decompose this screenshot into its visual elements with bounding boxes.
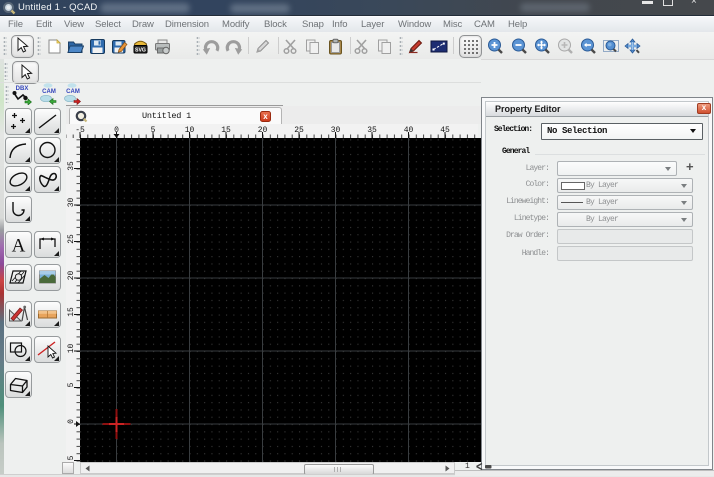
svg-text:35: 35: [67, 161, 76, 171]
svg-text:A: A: [12, 236, 26, 257]
svg-text:5: 5: [151, 126, 156, 135]
svg-text:CAM: CAM: [66, 89, 80, 95]
svg-text:0: 0: [67, 419, 76, 424]
svg-text:25: 25: [294, 126, 304, 135]
svg-text:-5: -5: [75, 126, 85, 135]
svg-text:10: 10: [67, 344, 76, 354]
svg-text:45: 45: [440, 126, 450, 135]
svg-text:20: 20: [258, 126, 268, 135]
svg-text:10: 10: [185, 126, 195, 135]
svg-text:0: 0: [114, 126, 119, 135]
svg-text:35: 35: [367, 126, 377, 135]
svg-text:15: 15: [221, 126, 231, 135]
svg-text:SVG: SVG: [135, 47, 146, 53]
svg-text:DBX: DBX: [16, 86, 29, 92]
svg-text:30: 30: [331, 126, 341, 135]
svg-text:CAM: CAM: [42, 89, 56, 95]
svg-text:20: 20: [67, 271, 76, 281]
svg-text:15: 15: [67, 307, 76, 317]
svg-text:25: 25: [67, 234, 76, 244]
svg-text:5: 5: [67, 382, 76, 387]
svg-text:40: 40: [404, 126, 414, 135]
svg-text:30: 30: [67, 198, 76, 208]
svg-text:5: 5: [67, 455, 76, 460]
